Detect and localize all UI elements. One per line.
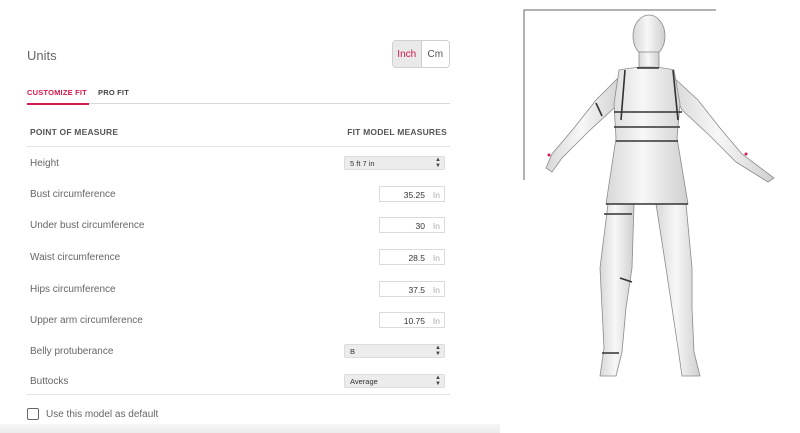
default-model-checkbox[interactable] — [27, 408, 39, 420]
row-upper-arm: Upper arm circumference 10.75 In — [27, 311, 450, 333]
divider — [27, 394, 450, 395]
row-bust: Bust circumference 35.25 In — [27, 185, 450, 207]
row-label: Waist circumference — [30, 252, 121, 263]
row-waist: Waist circumference 28.5 In — [27, 248, 450, 270]
row-belly-protuberance: Belly protuberance B ▲ ▼ — [27, 342, 450, 364]
input-value: 35.25 — [403, 190, 425, 200]
select-value: B — [350, 347, 356, 356]
tab-bar: CUSTOMIZE FIT PRO FIT — [27, 80, 450, 105]
row-label: Hips circumference — [30, 284, 116, 295]
measurements-panel: Units Inch Cm CUSTOMIZE FIT PRO FIT POIN… — [0, 0, 500, 433]
row-height: Height 5 ft 7 in ▲ ▼ — [27, 154, 450, 176]
select-value: Average — [350, 377, 378, 386]
row-label: Bust circumference — [30, 189, 116, 200]
bottom-shadow — [0, 424, 500, 433]
updown-arrows-icon: ▲ ▼ — [435, 345, 441, 357]
tab-pro-fit[interactable]: PRO FIT — [98, 88, 129, 97]
unit-inch-button[interactable]: Inch — [393, 41, 422, 67]
waist-input[interactable]: 28.5 In — [379, 249, 445, 265]
table-header: POINT OF MEASURE FIT MODEL MEASURES — [27, 126, 450, 147]
row-label: Upper arm circumference — [30, 315, 143, 326]
input-unit: In — [432, 221, 440, 231]
column-header-point-of-measure: POINT OF MEASURE — [30, 127, 119, 137]
input-unit: In — [432, 285, 440, 295]
row-label: Height — [30, 158, 59, 169]
marker-dot — [547, 153, 551, 157]
input-value: 37.5 — [408, 285, 425, 295]
updown-arrows-icon: ▲ ▼ — [435, 157, 441, 169]
select-value: 5 ft 7 in — [350, 159, 375, 168]
input-unit: In — [432, 190, 440, 200]
row-label: Buttocks — [30, 376, 69, 387]
input-value: 30 — [415, 221, 425, 231]
bust-input[interactable]: 35.25 In — [379, 186, 445, 202]
tab-customize-fit[interactable]: CUSTOMIZE FIT — [27, 88, 89, 105]
input-unit: In — [432, 253, 440, 263]
body-model-viewer[interactable] — [522, 8, 800, 378]
row-hips: Hips circumference 37.5 In — [27, 280, 450, 302]
under-bust-input[interactable]: 30 In — [379, 217, 445, 233]
marker-dot — [744, 152, 748, 156]
upper-arm-input[interactable]: 10.75 In — [379, 312, 445, 328]
row-label: Belly protuberance — [30, 346, 114, 357]
buttocks-select[interactable]: Average ▲ ▼ — [344, 374, 445, 388]
row-label: Under bust circumference — [30, 220, 145, 231]
unit-cm-button[interactable]: Cm — [421, 41, 449, 67]
body-model-figure — [523, 9, 775, 377]
column-header-fit-model-measures: FIT MODEL MEASURES — [347, 127, 447, 137]
input-unit: In — [432, 316, 440, 326]
hips-input[interactable]: 37.5 In — [379, 281, 445, 297]
input-value: 28.5 — [408, 253, 425, 263]
input-value: 10.75 — [403, 316, 425, 326]
unit-toggle: Inch Cm — [392, 40, 450, 68]
updown-arrows-icon: ▲ ▼ — [435, 375, 441, 387]
default-model-label: Use this model as default — [46, 409, 159, 420]
belly-select[interactable]: B ▲ ▼ — [344, 344, 445, 358]
units-label: Units — [27, 48, 57, 63]
body-silhouette — [545, 14, 775, 377]
row-under-bust: Under bust circumference 30 In — [27, 216, 450, 238]
row-buttocks: Buttocks Average ▲ ▼ — [27, 372, 450, 394]
height-select[interactable]: 5 ft 7 in ▲ ▼ — [344, 156, 445, 170]
